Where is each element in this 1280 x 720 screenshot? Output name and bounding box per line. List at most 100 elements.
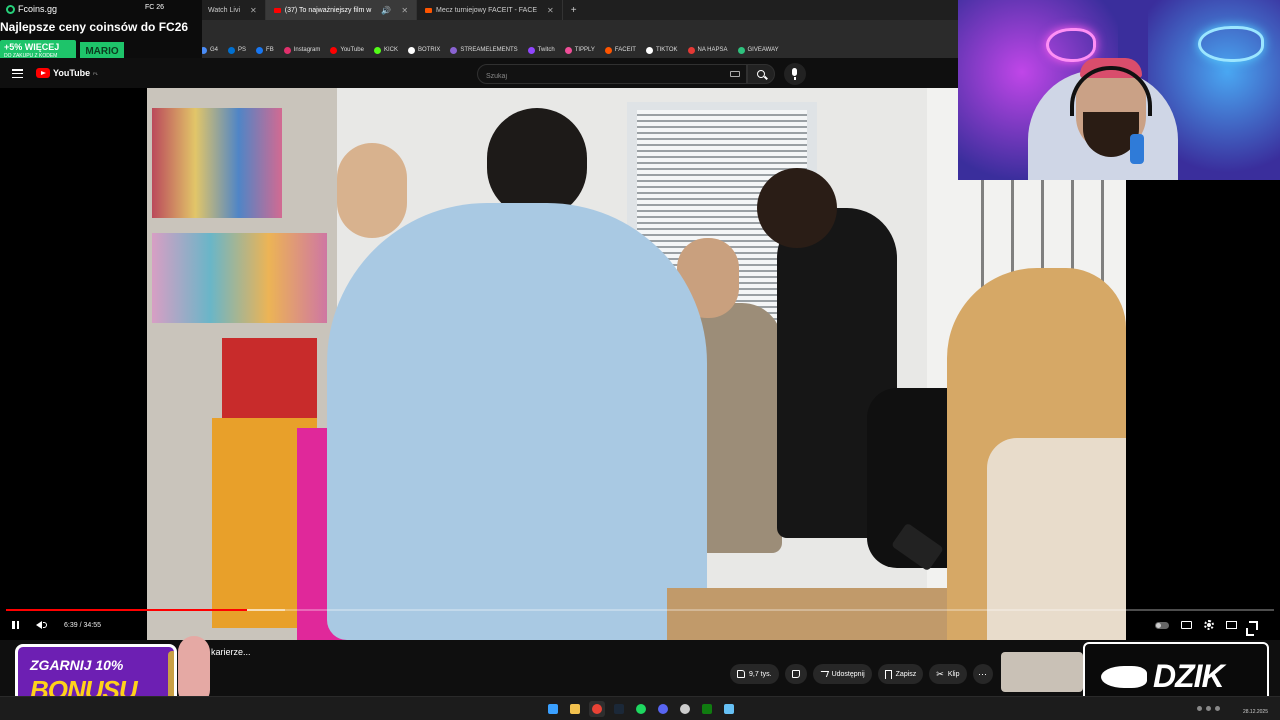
thumbs-up-icon xyxy=(737,670,745,678)
bookmark-label: GIVEAWAY xyxy=(747,47,779,53)
faceit-favicon-icon xyxy=(425,7,433,13)
search-input[interactable] xyxy=(478,67,746,86)
youtube-favicon-icon xyxy=(273,7,281,13)
progress-bar[interactable] xyxy=(6,609,1274,611)
bookmark-na-hapsa[interactable]: NA HAPSA xyxy=(687,46,728,54)
microphone-icon xyxy=(1130,134,1144,164)
screen: Watch Livi ✕ (37) To najważniejszy film … xyxy=(0,0,1280,720)
youtube-header: YouTube PL xyxy=(0,58,958,88)
scene-person-blue-head xyxy=(337,143,407,238)
tab-faceit[interactable]: Mecz turniejowy FACEIT - FACE ✕ xyxy=(417,0,563,20)
bookmark-botrix[interactable]: BOTRIX xyxy=(407,46,441,54)
player-right-controls xyxy=(1155,618,1258,636)
youtube-logo[interactable]: YouTube PL xyxy=(36,68,98,78)
bookmark-favicon-icon xyxy=(564,46,572,54)
settings-gear-icon[interactable] xyxy=(1204,620,1214,630)
clip-button[interactable]: ✂ Klip xyxy=(929,664,967,684)
tab-label: Watch Livi xyxy=(208,6,241,14)
windows-taskbar: 28.12.2025 xyxy=(0,696,1280,720)
bookmark-favicon-icon xyxy=(283,46,291,54)
pause-icon[interactable] xyxy=(12,618,20,632)
taskbar-apps xyxy=(545,701,737,717)
bookmark-favicon-icon xyxy=(527,46,535,54)
bookmark-label: STREAMELEMENTS xyxy=(460,47,518,53)
steam-icon[interactable] xyxy=(611,701,627,717)
bookmark-label: YouTube xyxy=(340,47,364,53)
share-icon xyxy=(818,671,829,677)
scene-toys-top xyxy=(152,108,282,218)
new-tab-button[interactable]: + xyxy=(563,5,585,16)
bookmark-kick[interactable]: KICK xyxy=(373,46,398,54)
bookmarks-bar: G4 PS FB Instagram YouTube KICK BOTRIX STREAMEL… xyxy=(200,42,958,58)
bookmark-label: Twitch xyxy=(537,47,555,53)
bookmark-favicon-icon xyxy=(450,46,458,54)
bookmark-faceit[interactable]: FACEIT xyxy=(604,46,636,54)
dislike-button[interactable] xyxy=(784,664,807,684)
bookmark-tipply[interactable]: TIPPLY xyxy=(564,46,595,54)
tab-youtube-video[interactable]: (37) To najważniejszy film w 🔊 ✕ xyxy=(265,0,418,20)
scene-person-black-head xyxy=(757,168,837,248)
theater-mode-icon[interactable] xyxy=(1226,621,1237,629)
autoplay-toggle-icon[interactable] xyxy=(1155,621,1169,629)
steam-2-icon[interactable] xyxy=(721,701,737,717)
suggested-video-thumbnail[interactable] xyxy=(1001,652,1083,692)
bookmark-favicon-icon xyxy=(373,46,381,54)
more-actions-button[interactable]: ⋯ xyxy=(972,664,993,684)
bookmark-label: Instagram xyxy=(293,47,321,53)
file-explorer-icon[interactable] xyxy=(567,701,583,717)
bookmark-streamelements[interactable]: STREAMELEMENTS xyxy=(450,46,518,54)
discord-icon[interactable] xyxy=(655,701,671,717)
xbox-icon[interactable] xyxy=(699,701,715,717)
bookmark-fb[interactable]: FB xyxy=(256,46,274,54)
bookmark-instagram[interactable]: Instagram xyxy=(283,46,321,54)
boar-icon xyxy=(1101,666,1147,688)
chrome-icon[interactable] xyxy=(589,701,605,717)
close-icon[interactable]: ✕ xyxy=(401,6,408,15)
bookmark-label: NA HAPSA xyxy=(697,47,728,53)
volume-icon[interactable] xyxy=(36,618,47,632)
voice-search-button[interactable] xyxy=(784,63,806,85)
system-tray[interactable] xyxy=(1197,706,1220,711)
keyboard-icon[interactable] xyxy=(730,71,740,77)
fullscreen-icon[interactable] xyxy=(1246,620,1258,636)
close-icon[interactable]: ✕ xyxy=(250,6,257,15)
bookmark-ps[interactable]: PS xyxy=(228,46,246,54)
time-display: 6:39 / 34:55 xyxy=(64,621,101,629)
tab-watch-live[interactable]: Watch Livi ✕ xyxy=(200,0,266,20)
like-count: 9,7 tys. xyxy=(749,670,772,678)
search-button[interactable] xyxy=(747,64,775,84)
bookmark-favicon-icon xyxy=(228,46,236,54)
bookmark-tiktok[interactable]: TIKTOK xyxy=(645,46,678,54)
promo-brand: Fcoins.gg xyxy=(6,4,57,14)
neon-boar-pink-icon xyxy=(1046,28,1096,62)
speaker-icon[interactable]: 🔊 xyxy=(381,6,391,15)
bookmark-icon xyxy=(884,669,892,679)
save-button[interactable]: Zapisz xyxy=(877,664,924,684)
clip-label: Klip xyxy=(947,670,960,678)
obs-icon[interactable] xyxy=(677,701,693,717)
promo-fc-label: FC 26 xyxy=(145,4,165,11)
youtube-play-icon xyxy=(36,68,50,78)
windows-start-icon[interactable] xyxy=(545,701,561,717)
promo-bonus-big: +5% WIĘCEJ xyxy=(4,42,60,52)
search-box xyxy=(477,64,747,86)
share-button[interactable]: Udostępnij xyxy=(812,664,872,684)
bookmark-favicon-icon xyxy=(737,46,745,54)
subtitles-icon[interactable] xyxy=(1181,621,1192,629)
search-icon xyxy=(757,70,765,78)
bookmark-favicon-icon xyxy=(256,46,264,54)
bookmark-youtube[interactable]: YouTube xyxy=(330,46,364,54)
spotify-icon[interactable] xyxy=(633,701,649,717)
close-icon[interactable]: ✕ xyxy=(547,6,554,15)
bookmark-twitch[interactable]: Twitch xyxy=(527,46,555,54)
bookmark-label: FB xyxy=(266,47,274,53)
like-button[interactable]: 9,7 tys. xyxy=(730,664,779,684)
bookmark-label: KICK xyxy=(383,47,398,53)
fcoins-logo-icon xyxy=(6,4,15,14)
menu-icon[interactable] xyxy=(12,69,23,78)
bookmark-label: BOTRIX xyxy=(417,47,441,53)
bookmark-label: FACEIT xyxy=(614,47,636,53)
bookmark-favicon-icon xyxy=(687,46,695,54)
bookmark-g4[interactable]: G4 xyxy=(200,46,218,54)
bookmark-giveaway[interactable]: GIVEAWAY xyxy=(737,46,779,54)
